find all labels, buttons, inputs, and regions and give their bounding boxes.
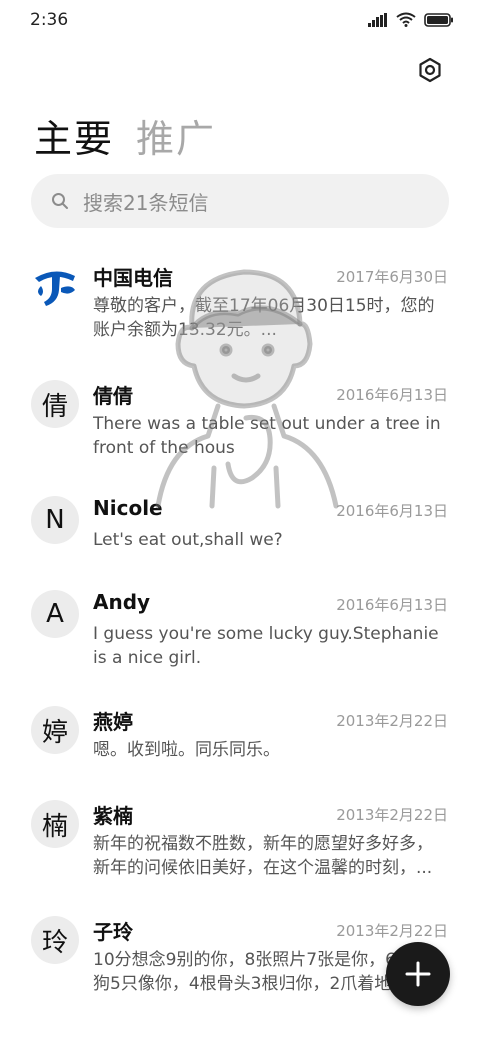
message-preview: 新年的祝福数不胜数，新年的愿望好多好多，新年的问候依旧美好，在这个温馨的时刻，.… — [93, 834, 433, 878]
search-bar[interactable]: 搜索21条短信 — [31, 174, 449, 228]
conversation-item[interactable]: A Andy 2016年6月13日 I guess you're some lu… — [0, 590, 480, 676]
compose-button[interactable] — [386, 942, 450, 1006]
message-date: 2013年2月22日 — [336, 806, 448, 824]
contact-name: 中国电信 — [93, 266, 173, 290]
avatar: 楠 — [31, 800, 79, 848]
message-date: 2016年6月13日 — [336, 596, 448, 614]
message-preview: There was a table set out under a tree i… — [93, 414, 441, 458]
tab-promotions[interactable]: 推广 — [136, 108, 216, 163]
message-date: 2016年6月13日 — [336, 502, 448, 520]
status-bar: 2:36 — [0, 0, 480, 40]
contact-name: 紫楠 — [93, 804, 133, 828]
status-time: 2:36 — [30, 10, 69, 30]
tab-bar: 主要 推广 — [34, 108, 216, 163]
contact-name: 燕婷 — [93, 710, 133, 734]
message-preview: I guess you're some lucky guy.Stephanie … — [93, 624, 439, 668]
message-date: 2016年6月13日 — [336, 386, 448, 404]
message-date: 2013年2月22日 — [336, 712, 448, 730]
wifi-icon — [396, 12, 416, 27]
message-preview: 尊敬的客户，截至17年06月30日15时，您的账户余额为13.32元。... — [93, 296, 435, 340]
contact-name: Andy — [93, 590, 151, 614]
conversation-item[interactable]: 楠 紫楠 2013年2月22日 新年的祝福数不胜数，新年的愿望好多好多，新年的问… — [0, 800, 480, 886]
battery-icon — [424, 12, 453, 27]
search-placeholder: 搜索21条短信 — [83, 190, 209, 215]
conversation-item[interactable]: 倩 倩倩 2016年6月13日 There was a table set ou… — [0, 380, 480, 466]
avatar: 倩 — [31, 380, 79, 428]
signal-icon — [368, 12, 387, 27]
contact-name: 倩倩 — [93, 384, 133, 408]
conversation-item[interactable]: 中国电信 2017年6月30日 尊敬的客户，截至17年06月30日15时，您的账… — [0, 262, 480, 348]
tab-primary[interactable]: 主要 — [34, 108, 114, 163]
contact-name: 子玲 — [93, 920, 133, 944]
search-icon — [52, 193, 68, 209]
status-icons — [368, 12, 454, 27]
conversation-item[interactable]: 婷 燕婷 2013年2月22日 嗯。收到啦。同乐同乐。 — [0, 706, 480, 766]
avatar — [31, 262, 79, 310]
settings-button[interactable] — [414, 54, 446, 86]
settings-icon — [419, 57, 441, 83]
message-preview: 嗯。收到啦。同乐同乐。 — [93, 740, 280, 760]
avatar: 玲 — [31, 916, 79, 964]
message-date: 2013年2月22日 — [336, 922, 448, 940]
avatar: 婷 — [31, 706, 79, 754]
china-telecom-logo-icon — [35, 271, 75, 306]
message-preview: Let's eat out,shall we? — [93, 530, 283, 550]
plus-icon — [405, 961, 431, 987]
avatar: N — [31, 496, 79, 544]
message-date: 2017年6月30日 — [336, 268, 448, 286]
avatar: A — [31, 590, 79, 638]
contact-name: Nicole — [93, 496, 163, 520]
conversation-item[interactable]: N Nicole 2016年6月13日 Let's eat out,shall … — [0, 496, 480, 556]
